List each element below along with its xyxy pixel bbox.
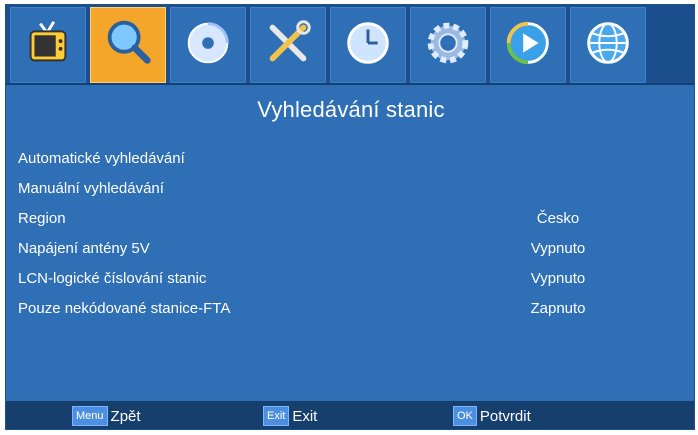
search-icon [99, 14, 157, 77]
tv-icon [19, 14, 77, 77]
tools-icon [259, 14, 317, 77]
clock-icon [339, 14, 397, 77]
menu-item-region[interactable]: Region Česko [18, 203, 684, 233]
menu-item-label: Automatické vyhledávání [18, 149, 185, 167]
menu-item-manual-search[interactable]: Manuální vyhledávání [18, 173, 684, 203]
disc-icon [179, 14, 237, 77]
tab-media[interactable] [170, 7, 246, 83]
footer-hints: Menu Zpět Exit Exit OK Potvrdit [6, 401, 694, 429]
antenna-power-value[interactable]: Vypnuto [508, 240, 608, 257]
menu-item-lcn[interactable]: LCN-logické číslování stanic Vypnuto [18, 263, 684, 293]
settings-screen: Vyhledávání stanic Automatické vyhledává… [5, 4, 695, 430]
tab-network[interactable] [570, 7, 646, 83]
tab-player[interactable] [490, 7, 566, 83]
hint-confirm[interactable]: OK Potvrdit [453, 406, 531, 426]
menu-item-label: Napájení antény 5V [18, 239, 150, 257]
menu-item-label: Manuální vyhledávání [18, 179, 164, 197]
settings-list: Automatické vyhledávání Manuální vyhledá… [18, 143, 684, 323]
hint-label: Zpět [110, 407, 141, 425]
menu-item-auto-search[interactable]: Automatické vyhledávání [18, 143, 684, 173]
menu-icon-bar [6, 5, 694, 85]
ok-key-badge: OK [453, 406, 477, 426]
menu-key-badge: Menu [72, 406, 108, 426]
globe-icon [579, 14, 637, 77]
hint-label: Potvrdit [479, 407, 531, 425]
tab-search[interactable] [90, 7, 166, 83]
menu-item-label: Pouze nekódované stanice-FTA [18, 299, 231, 317]
tab-tools[interactable] [250, 7, 326, 83]
hint-label: Exit [292, 407, 318, 425]
tab-tv[interactable] [10, 7, 86, 83]
lcn-value[interactable]: Vypnuto [508, 270, 608, 287]
page-title: Vyhledávání stanic [257, 97, 445, 122]
gear-icon [419, 14, 477, 77]
tab-settings[interactable] [410, 7, 486, 83]
hint-exit[interactable]: Exit Exit [263, 406, 317, 426]
tab-time[interactable] [330, 7, 406, 83]
menu-item-label: LCN-logické číslování stanic [18, 269, 207, 287]
region-value[interactable]: Česko [508, 210, 608, 227]
menu-item-fta-only[interactable]: Pouze nekódované stanice-FTA Zapnuto [18, 293, 684, 323]
exit-key-badge: Exit [263, 406, 290, 426]
fta-only-value[interactable]: Zapnuto [508, 300, 608, 317]
hint-back[interactable]: Menu Zpět [72, 406, 141, 426]
menu-item-label: Region [18, 209, 66, 227]
menu-item-antenna-power[interactable]: Napájení antény 5V Vypnuto [18, 233, 684, 263]
play-icon [499, 14, 557, 77]
